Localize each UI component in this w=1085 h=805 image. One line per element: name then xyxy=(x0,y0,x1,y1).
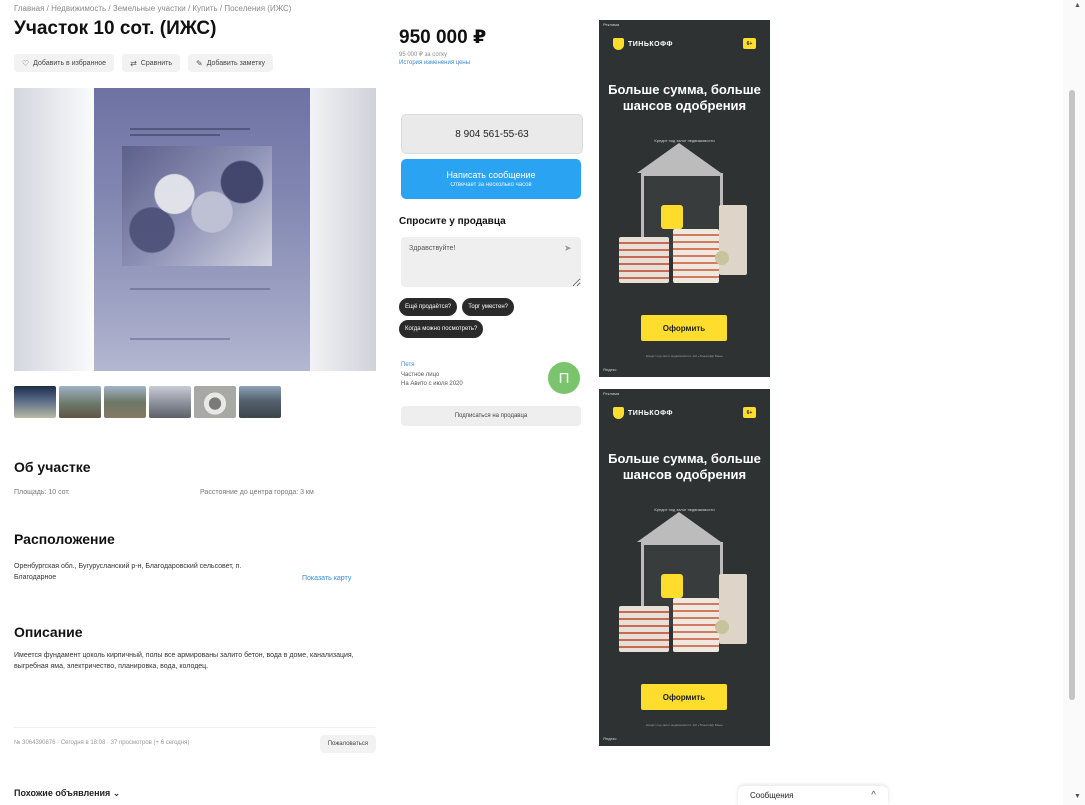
ask-seller-input[interactable]: Здравствуйте! xyxy=(401,237,581,287)
compare-button[interactable]: ⇄ Сравнить xyxy=(122,54,180,72)
listing-meta-text: № 3064390876 · Сегодня в 18:08 · 37 прос… xyxy=(14,740,190,746)
favorite-label: Добавить в избранное xyxy=(33,59,107,67)
send-icon[interactable]: ➤ xyxy=(564,243,572,254)
money-stack xyxy=(673,598,719,652)
compare-label: Сравнить xyxy=(140,59,172,67)
ad-fine-print: Кредит под залог недвижимости. АО «Тиньк… xyxy=(645,723,724,727)
price-details: 95 000 ₽ за сотку История изменения цены xyxy=(399,51,470,67)
thumbnail[interactable] xyxy=(59,386,101,418)
ad-brand: ТИНЬКОФФ xyxy=(628,409,673,417)
ad-label: Реклама xyxy=(603,22,620,27)
thumbnail[interactable] xyxy=(239,386,281,418)
scrollbar-thumb[interactable] xyxy=(1069,90,1075,700)
listing-actions: ♡ Добавить в избранное ⇄ Сравнить ✎ Доба… xyxy=(14,54,273,72)
ad-banner[interactable]: Реклама ТИНЬКОФФ 6+ Больше сумма, больше… xyxy=(599,389,770,746)
photo-detail xyxy=(130,288,270,290)
subscribe-seller-button[interactable]: Подписаться на продавца xyxy=(401,406,581,426)
ad-cta-button[interactable]: Оформить xyxy=(641,315,727,341)
money-stack xyxy=(673,229,719,283)
ad-illustration xyxy=(619,143,749,285)
money-stack xyxy=(619,606,669,652)
shield-icon xyxy=(613,38,624,50)
quick-question-chip[interactable]: Торг уместен? xyxy=(462,298,514,316)
ad-banner[interactable]: Реклама ТИНЬКОФФ 6+ Больше сумма, больше… xyxy=(599,20,770,377)
chevron-up-icon[interactable]: ^ xyxy=(871,790,876,801)
show-phone-button[interactable]: 8 904 561-55-63 xyxy=(401,114,583,154)
photo-thumbnails xyxy=(14,386,281,418)
show-map-link[interactable]: Показать карту xyxy=(302,575,351,582)
seller-type: Частное лицо xyxy=(401,372,440,378)
card-illustration xyxy=(661,205,683,229)
about-heading: Об участке xyxy=(14,459,91,475)
description-heading: Описание xyxy=(14,624,83,640)
price-history-link[interactable]: История изменения цены xyxy=(399,59,470,67)
photo-detail xyxy=(130,128,250,130)
ad-brand: ТИНЬКОФФ xyxy=(628,40,673,48)
seller-avatar[interactable]: П xyxy=(548,362,580,394)
ad-headline: Больше сумма, больше шансов одобрения xyxy=(608,82,761,113)
address-text: Оренбургская обл., Бугурусланский р-н, Б… xyxy=(14,563,242,581)
ask-seller-heading: Спросите у продавца xyxy=(399,216,506,227)
listing-meta: № 3064390876 · Сегодня в 18:08 · 37 прос… xyxy=(14,727,376,758)
seller-since: На Авито с июля 2020 xyxy=(401,381,463,387)
bank-logo: ТИНЬКОФФ xyxy=(613,38,673,50)
location-heading: Расположение xyxy=(14,531,115,547)
ad-fine-print: Кредит под залог недвижимости. АО «Тиньк… xyxy=(645,354,724,358)
thumbnail[interactable] xyxy=(14,386,56,418)
coin-illustration xyxy=(715,251,729,265)
similar-listings-toggle[interactable]: Похожие объявления ⌄ xyxy=(14,788,120,799)
thumbnail[interactable] xyxy=(104,386,146,418)
compare-icon: ⇄ xyxy=(130,58,137,68)
note-icon: ✎ xyxy=(195,58,203,68)
ad-network-label: Яндекс xyxy=(603,367,617,372)
scroll-up-icon[interactable]: ▲ xyxy=(1074,2,1081,9)
price-per-unit: 95 000 ₽ за сотку xyxy=(399,52,447,58)
main-photo[interactable] xyxy=(14,88,376,371)
ad-illustration xyxy=(619,512,749,654)
money-stack xyxy=(619,237,669,283)
coin-illustration xyxy=(715,620,729,634)
age-rating-badge: 6+ xyxy=(743,38,756,49)
note-label: Добавить заметку xyxy=(206,59,265,67)
complain-button[interactable]: Пожаловаться xyxy=(319,735,376,753)
card-illustration xyxy=(661,574,683,598)
thumbnail[interactable] xyxy=(194,386,236,418)
ad-network-label: Яндекс xyxy=(603,736,617,741)
photo-document xyxy=(94,88,310,371)
messages-label: Сообщения xyxy=(750,791,794,800)
photo-detail xyxy=(130,134,220,136)
roof-illustration xyxy=(637,512,721,542)
ad-cta-button[interactable]: Оформить xyxy=(641,684,727,710)
response-time: Отвечает за несколько часов xyxy=(450,182,532,188)
quick-question-chip[interactable]: Когда можно посмотреть? xyxy=(399,320,484,338)
add-to-favorites-button[interactable]: ♡ Добавить в избранное xyxy=(14,54,115,72)
scroll-down-icon[interactable]: ▼ xyxy=(1074,793,1081,800)
write-message-label: Написать сообщение xyxy=(446,170,536,180)
add-note-button[interactable]: ✎ Добавить заметку xyxy=(187,54,273,72)
quick-questions: Ещё продаётся? Торг уместен? Когда можно… xyxy=(399,298,579,338)
breadcrumb[interactable]: Главная / Недвижимость / Земельные участ… xyxy=(14,4,291,13)
shield-icon xyxy=(613,407,624,419)
write-message-button[interactable]: Написать сообщение Отвечает за несколько… xyxy=(401,159,581,199)
area-param: Площадь: 10 сот. xyxy=(14,489,70,496)
messages-bar[interactable]: Сообщения ^ xyxy=(738,786,888,805)
roof-illustration xyxy=(637,143,721,173)
age-rating-badge: 6+ xyxy=(743,407,756,418)
seller-name-link[interactable]: Петя xyxy=(401,362,414,368)
page: Главная / Недвижимость / Земельные участ… xyxy=(0,0,1085,805)
ad-label: Реклама xyxy=(603,391,620,396)
photo-map-image xyxy=(122,146,272,266)
photo-detail xyxy=(130,338,230,340)
description-text: Имеется фундамент цоколь кирпичный, полы… xyxy=(14,652,354,670)
page-title: Участок 10 сот. (ИЖС) xyxy=(14,18,217,39)
quick-question-chip[interactable]: Ещё продаётся? xyxy=(399,298,458,316)
thumbnail[interactable] xyxy=(149,386,191,418)
bank-logo: ТИНЬКОФФ xyxy=(613,407,673,419)
heart-icon: ♡ xyxy=(22,58,30,68)
price: 950 000 ₽ xyxy=(399,27,487,48)
distance-param: Расстояние до центра города: 3 км xyxy=(200,489,314,496)
ad-headline: Больше сумма, больше шансов одобрения xyxy=(608,451,761,482)
